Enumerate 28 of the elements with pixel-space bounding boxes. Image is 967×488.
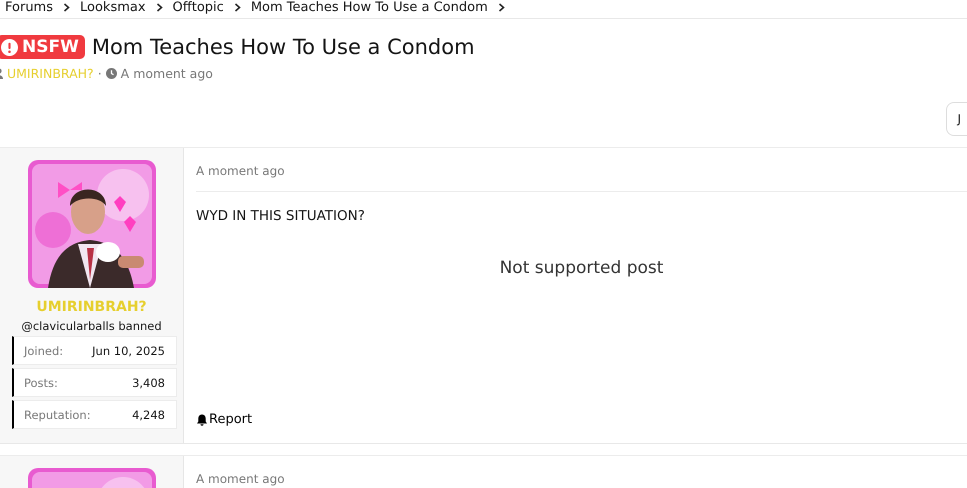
stat-label: Posts: [24, 376, 58, 390]
stat-value: Jun 10, 2025 [92, 344, 165, 358]
clock-icon [106, 68, 117, 79]
stat-label: Joined: [24, 344, 64, 358]
stat-value: 4,248 [132, 408, 165, 422]
breadcrumb-link[interactable]: Forums [5, 0, 53, 15]
thread-time: A moment ago [120, 66, 213, 81]
separator: · [98, 66, 102, 81]
report-button[interactable]: Report [196, 412, 252, 427]
chevron-right-icon [234, 3, 241, 12]
breadcrumb-link[interactable]: Mom Teaches How To Use a Condom [250, 0, 488, 15]
post-time: A moment ago [196, 148, 967, 192]
chevron-right-icon [498, 3, 505, 12]
post-time: A moment ago [196, 456, 967, 488]
breadcrumb-link[interactable]: Looksmax [80, 0, 146, 15]
bell-icon [196, 414, 208, 426]
chevron-right-icon [156, 3, 163, 12]
embed-notice: Not supported post [498, 258, 664, 278]
thread-title: Mom Teaches How To Use a Condom [92, 35, 475, 59]
action-button[interactable]: J [946, 102, 967, 136]
chevron-right-icon [63, 3, 70, 12]
breadcrumb-link[interactable]: Offtopic [172, 0, 224, 15]
stat-value: 3,408 [132, 376, 165, 390]
user-subtitle: @clavicularballs banned [21, 319, 162, 333]
alert-icon [1, 38, 18, 56]
stat-label: Reputation: [24, 408, 91, 422]
post-text: WYD IN THIS SITUATION? [196, 208, 366, 224]
nsfw-badge: NSFW [0, 35, 85, 59]
